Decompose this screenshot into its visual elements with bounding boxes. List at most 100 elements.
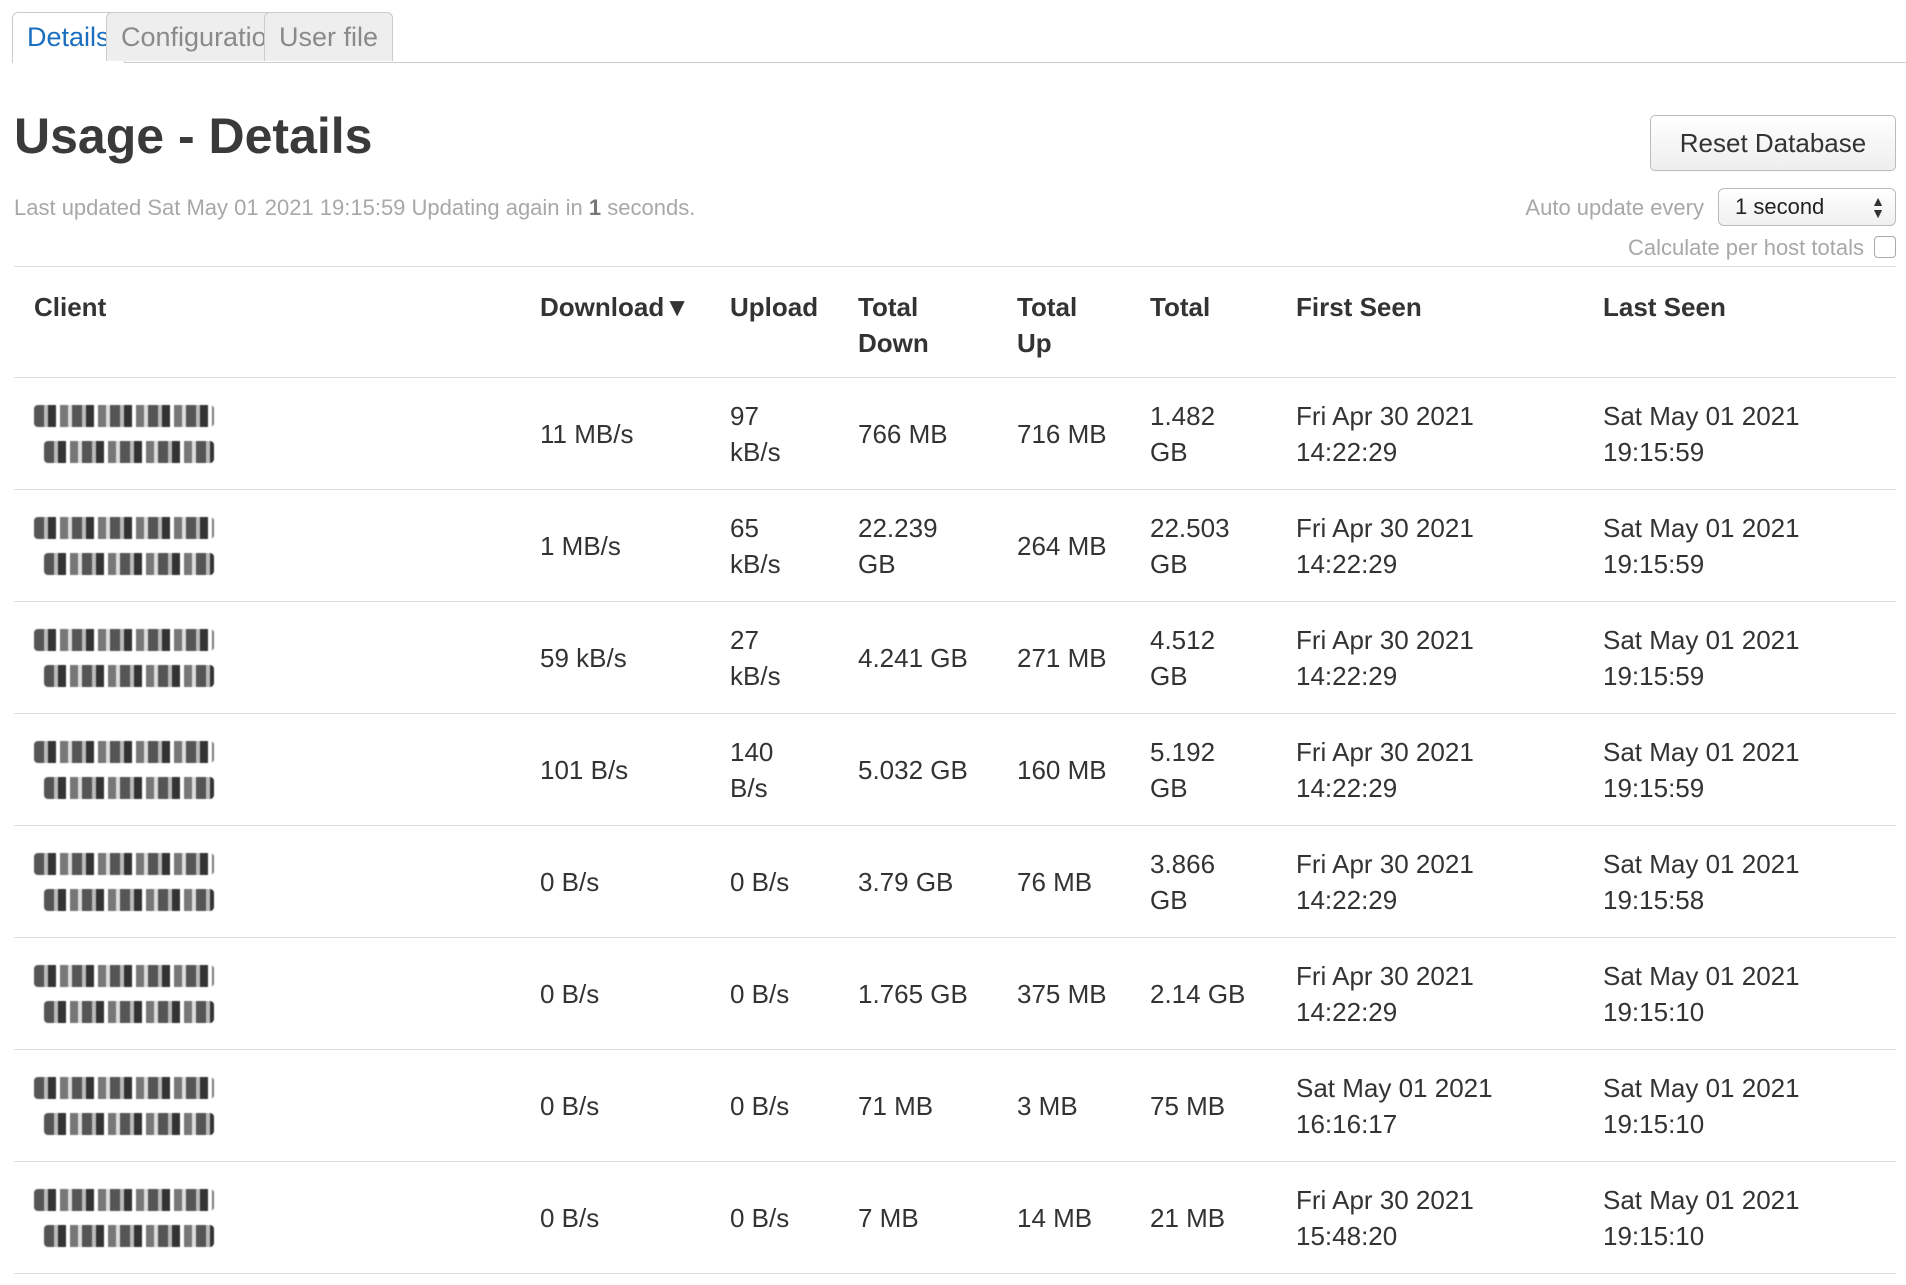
download-cell: 101 B/s bbox=[540, 713, 730, 826]
first-seen-time: 14:22:29 bbox=[1296, 548, 1398, 579]
total-value: 22.503 bbox=[1150, 512, 1230, 543]
upload-unit: B/s bbox=[730, 772, 768, 803]
first-seen-time: 16:16:17 bbox=[1296, 1108, 1398, 1139]
first-seen-time: 14:22:29 bbox=[1296, 996, 1398, 1027]
last-seen-date: Sat May 01 2021 bbox=[1603, 960, 1800, 991]
client-cell bbox=[14, 1049, 540, 1162]
download-cell: 0 B/s bbox=[540, 1161, 730, 1274]
redacted-client-name bbox=[34, 509, 244, 583]
total-up-cell: 716 MB bbox=[1017, 377, 1150, 490]
total-unit: GB bbox=[1150, 772, 1188, 803]
column-client[interactable]: Client bbox=[14, 267, 540, 378]
upload-unit: kB/s bbox=[730, 660, 781, 691]
first-seen-time: 14:22:29 bbox=[1296, 884, 1398, 915]
last-seen-date: Sat May 01 2021 bbox=[1603, 624, 1800, 655]
total-value: 1.482 bbox=[1150, 400, 1216, 431]
per-host-totals-checkbox[interactable] bbox=[1874, 236, 1896, 258]
total-down-cell: 4.241 GB bbox=[858, 601, 1017, 714]
auto-update-select[interactable]: 1 second ▲ ▼ bbox=[1718, 188, 1896, 226]
upload-value: 0 B/s bbox=[730, 1090, 790, 1121]
first-seen-date: Fri Apr 30 2021 bbox=[1296, 400, 1474, 431]
download-value: 1 MB/s bbox=[540, 530, 621, 561]
download-value: 101 B/s bbox=[540, 754, 629, 785]
column-download[interactable]: Download▼ bbox=[540, 267, 730, 378]
last-seen-cell: Sat May 01 2021 19:15:10 bbox=[1603, 937, 1896, 1050]
total-cell: 22.503 GB bbox=[1150, 489, 1296, 602]
first-seen-cell: Sat May 01 2021 16:16:17 bbox=[1296, 1049, 1603, 1162]
total-unit: GB bbox=[1150, 548, 1188, 579]
first-seen-date: Fri Apr 30 2021 bbox=[1296, 960, 1474, 991]
upload-value: 0 B/s bbox=[730, 866, 790, 897]
last-seen-cell: Sat May 01 2021 19:15:59 bbox=[1603, 489, 1896, 602]
redacted-client-name bbox=[34, 733, 244, 807]
table-row: 0 B/s 0 B/s 7 MB 14 MB 21 MB Fri Apr 30 … bbox=[14, 1161, 1896, 1274]
last-seen-date: Sat May 01 2021 bbox=[1603, 512, 1800, 543]
total-unit: GB bbox=[1150, 660, 1188, 691]
last-seen-time: 19:15:59 bbox=[1603, 548, 1705, 579]
first-seen-cell: Fri Apr 30 2021 14:22:29 bbox=[1296, 825, 1603, 938]
last-seen-time: 19:15:59 bbox=[1603, 772, 1705, 803]
last-seen-cell: Sat May 01 2021 19:15:10 bbox=[1603, 1161, 1896, 1274]
column-total-up[interactable]: Total Up bbox=[1017, 267, 1150, 378]
first-seen-cell: Fri Apr 30 2021 14:22:29 bbox=[1296, 601, 1603, 714]
column-client-label: Client bbox=[34, 292, 107, 322]
total-up-cell: 76 MB bbox=[1017, 825, 1150, 938]
total-cell: 1.482 GB bbox=[1150, 377, 1296, 490]
total-up-value: 14 MB bbox=[1017, 1202, 1093, 1233]
total-value: 4.512 bbox=[1150, 624, 1216, 655]
download-cell: 1 MB/s bbox=[540, 489, 730, 602]
tab-user-file[interactable]: User file bbox=[264, 12, 394, 61]
first-seen-time: 14:22:29 bbox=[1296, 660, 1398, 691]
total-cell: 4.512 GB bbox=[1150, 601, 1296, 714]
last-seen-cell: Sat May 01 2021 19:15:59 bbox=[1603, 713, 1896, 826]
column-upload[interactable]: Upload bbox=[730, 267, 858, 378]
redacted-client-name bbox=[34, 957, 244, 1031]
last-seen-time: 19:15:59 bbox=[1603, 436, 1705, 467]
client-cell bbox=[14, 825, 540, 938]
total-cell: 75 MB bbox=[1150, 1049, 1296, 1162]
client-cell bbox=[14, 489, 540, 602]
per-host-totals-label: Calculate per host totals bbox=[1627, 235, 1864, 260]
column-total-up-label-1: Total bbox=[1017, 292, 1078, 322]
upload-unit: kB/s bbox=[730, 548, 781, 579]
total-value: 5.192 bbox=[1150, 736, 1216, 767]
total-down-value: 7 MB bbox=[858, 1202, 919, 1233]
table-header-row: Client Download▼ Upload Total Down Total U… bbox=[14, 267, 1896, 378]
reset-database-button[interactable]: Reset Database bbox=[1650, 115, 1896, 171]
client-cell bbox=[14, 1161, 540, 1274]
column-upload-label: Upload bbox=[730, 292, 819, 322]
total-up-cell: 271 MB bbox=[1017, 601, 1150, 714]
last-seen-cell: Sat May 01 2021 19:15:59 bbox=[1603, 377, 1896, 490]
table-row: 101 B/s 140 B/s 5.032 GB 160 MB 5.192 GB F… bbox=[14, 713, 1896, 826]
client-cell bbox=[14, 713, 540, 826]
total-value: 2.14 GB bbox=[1150, 978, 1246, 1009]
total-down-cell: 1.765 GB bbox=[858, 937, 1017, 1050]
client-cell bbox=[14, 377, 540, 490]
column-total[interactable]: Total bbox=[1150, 267, 1296, 378]
last-seen-date: Sat May 01 2021 bbox=[1603, 736, 1800, 767]
total-up-cell: 160 MB bbox=[1017, 713, 1150, 826]
upload-value: 27 bbox=[730, 624, 759, 655]
download-cell: 0 B/s bbox=[540, 1049, 730, 1162]
column-first-seen[interactable]: First Seen bbox=[1296, 267, 1603, 378]
download-cell: 11 MB/s bbox=[540, 377, 730, 490]
download-cell: 0 B/s bbox=[540, 825, 730, 938]
last-updated-prefix: Last updated Sat May 01 2021 19:15:59 Up… bbox=[14, 195, 589, 220]
total-unit: GB bbox=[1150, 884, 1188, 915]
column-total-down[interactable]: Total Down bbox=[858, 267, 1017, 378]
column-last-seen[interactable]: Last Seen bbox=[1603, 267, 1896, 378]
first-seen-time: 14:22:29 bbox=[1296, 772, 1398, 803]
total-down-value: 22.239 bbox=[858, 512, 938, 543]
upload-unit: kB/s bbox=[730, 436, 781, 467]
column-total-down-label-2: Down bbox=[858, 328, 929, 358]
last-updated-suffix: seconds. bbox=[601, 195, 696, 220]
download-value: 0 B/s bbox=[540, 978, 600, 1009]
upload-value: 97 bbox=[730, 400, 759, 431]
last-seen-time: 19:15:59 bbox=[1603, 660, 1705, 691]
last-seen-cell: Sat May 01 2021 19:15:59 bbox=[1603, 601, 1896, 714]
first-seen-date: Fri Apr 30 2021 bbox=[1296, 736, 1474, 767]
total-value: 3.866 bbox=[1150, 848, 1216, 879]
first-seen-date: Fri Apr 30 2021 bbox=[1296, 512, 1474, 543]
usage-table-container: Client Download▼ Upload Total Down Total U… bbox=[14, 266, 1896, 1274]
total-up-value: 264 MB bbox=[1017, 530, 1107, 561]
